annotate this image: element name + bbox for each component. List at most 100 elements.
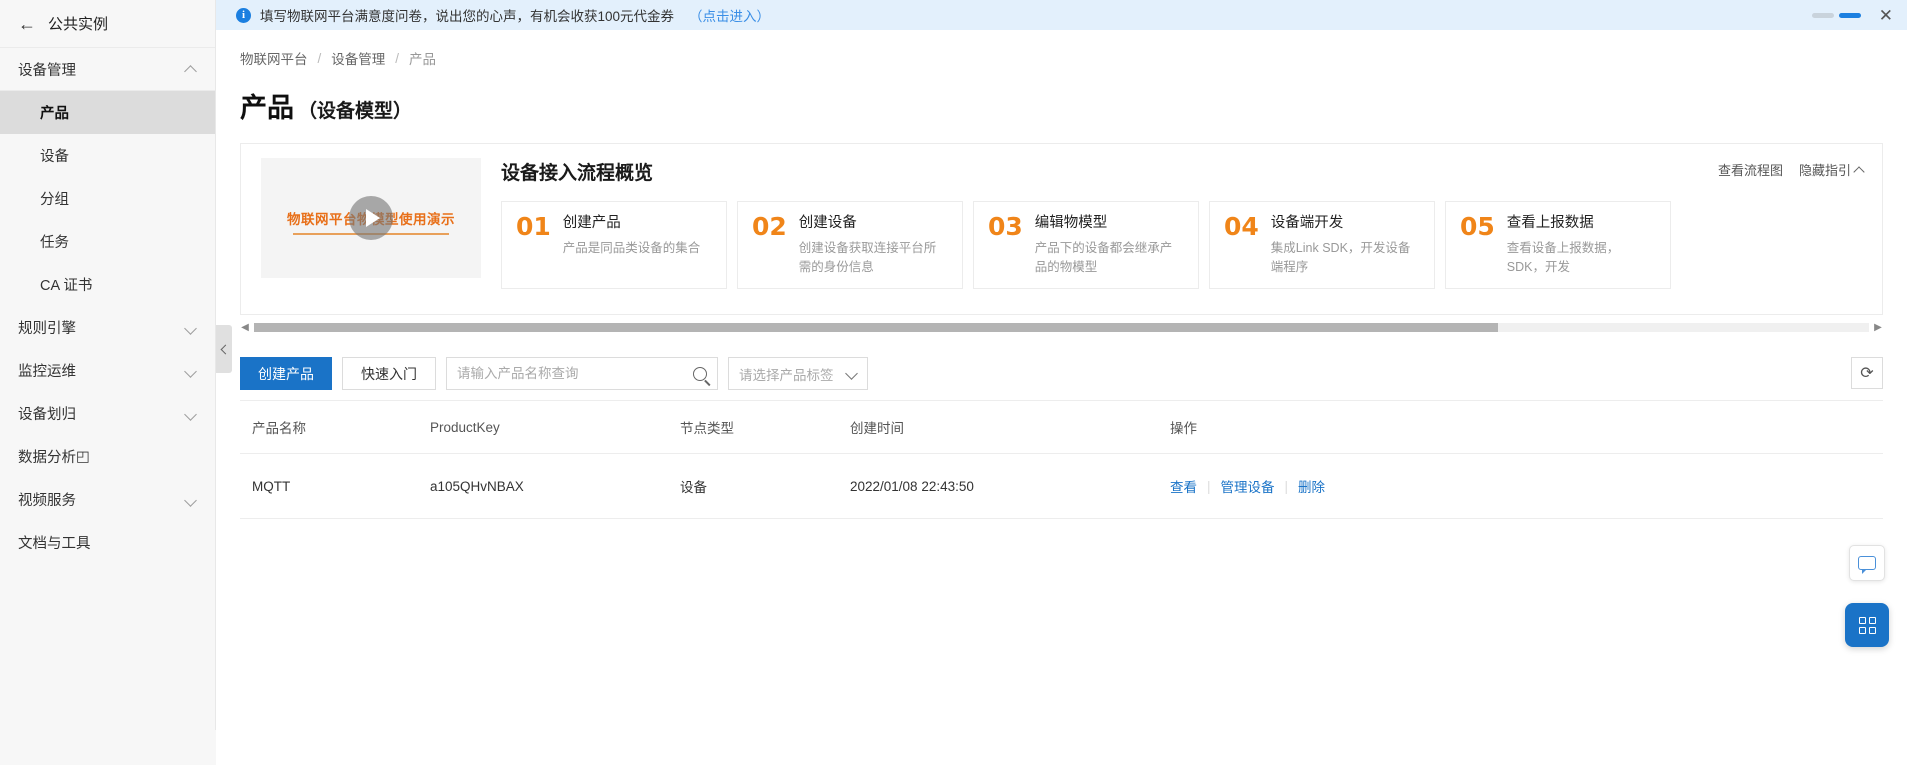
sidebar-group-label: 规则引擎 — [18, 321, 76, 337]
chevron-left-icon[interactable]: ◀ — [240, 322, 250, 333]
quick-start-button[interactable]: 快速入门 — [342, 357, 436, 390]
breadcrumb-item-device-management[interactable]: 设备管理 — [331, 48, 385, 68]
sidebar-item-tasks[interactable]: 任务 — [0, 220, 215, 263]
sidebar-item-label: 分组 — [40, 192, 69, 208]
carousel-dot-active[interactable] — [1838, 12, 1861, 18]
guide-step-05[interactable]: 05 查看上报数据 查看设备上报数据，SDK，开发 — [1445, 201, 1671, 289]
search-icon[interactable] — [693, 366, 707, 381]
banner-link[interactable]: （点击进入） — [689, 5, 770, 25]
sidebar-item-label: 文档与工具 — [18, 536, 91, 552]
column-header-node-type: 节点类型 — [680, 401, 850, 454]
step-title: 创建产品 — [562, 215, 621, 231]
back-label: 公共实例 — [48, 16, 109, 33]
chevron-down-icon — [185, 365, 197, 377]
guide-card: 物联网平台物模型使用演示 设备接入流程概览 查看流程图 隐藏指引 01 创建产品 — [240, 143, 1883, 315]
search-input[interactable] — [457, 366, 693, 381]
column-header-product-key: ProductKey — [430, 401, 680, 454]
action-view-link[interactable]: 查看 — [1170, 476, 1197, 496]
action-divider: | — [1207, 478, 1211, 494]
table-row[interactable]: MQTT a105QHvNBAX 设备 2022/01/08 22:43:50 … — [240, 453, 1883, 519]
sidebar-item-label: 设备 — [40, 149, 69, 165]
sidebar-item-docs-and-tools[interactable]: 文档与工具 — [0, 521, 215, 564]
guide-step-02[interactable]: 02 创建设备 创建设备获取连接平台所需的身份信息 — [737, 201, 963, 289]
chevron-up-icon — [185, 63, 197, 75]
page-title-sub: （设备模型） — [298, 101, 413, 122]
scrollbar-track[interactable] — [254, 322, 1869, 332]
chat-bubble-icon[interactable] — [1849, 545, 1885, 581]
step-number: 03 — [988, 212, 1023, 241]
cell-created-at: 2022/01/08 22:43:50 — [850, 453, 1170, 519]
main-content: 物联网平台 / 设备管理 / 产品 产品 （设备模型） 物联网平台物模型使用演示… — [216, 30, 1907, 765]
sidebar-item-label: 数据分析 — [18, 450, 76, 466]
step-description: 查看设备上报数据，SDK，开发 — [1506, 241, 1620, 274]
chevron-down-icon — [185, 494, 197, 506]
column-header-product-name: 产品名称 — [240, 401, 430, 454]
step-number: 04 — [1224, 212, 1259, 241]
back-to-public-instance[interactable]: ← 公共实例 — [0, 0, 215, 48]
sidebar-item-products[interactable]: 产品 — [0, 91, 215, 134]
page-title: 产品 （设备模型） — [216, 68, 1907, 125]
step-description: 集成Link SDK，开发设备端程序 — [1270, 241, 1411, 274]
banner-carousel-dots[interactable] — [1811, 12, 1861, 18]
hide-guide-link[interactable]: 隐藏指引 — [1799, 160, 1864, 179]
sidebar-group-video-service[interactable]: 视频服务 — [0, 478, 215, 521]
sidebar-group-monitoring[interactable]: 监控运维 — [0, 349, 215, 392]
action-manage-devices-link[interactable]: 管理设备 — [1221, 476, 1275, 496]
sidebar-group-device-allocation[interactable]: 设备划归 — [0, 392, 215, 435]
step-title: 创建设备 — [798, 215, 857, 231]
create-product-button[interactable]: 创建产品 — [240, 357, 332, 390]
guide-step-04[interactable]: 04 设备端开发 集成Link SDK，开发设备端程序 — [1209, 201, 1435, 289]
action-divider: | — [1284, 478, 1289, 494]
sidebar-item-ca-certificate[interactable]: CA 证书 — [0, 263, 215, 306]
chevron-down-icon — [185, 322, 197, 334]
sidebar-item-devices[interactable]: 设备 — [0, 134, 215, 177]
carousel-dot[interactable] — [1811, 12, 1834, 18]
product-search-box[interactable] — [446, 357, 718, 390]
product-tag-select[interactable]: 请选择产品标签 — [728, 357, 868, 390]
sidebar-group-rule-engine[interactable]: 规则引擎 — [0, 306, 215, 349]
refresh-icon: ⟳ — [1860, 365, 1874, 382]
step-number: 05 — [1460, 212, 1495, 241]
breadcrumb-item-products: 产品 — [409, 52, 437, 67]
guide-actions: 查看流程图 隐藏指引 — [1718, 160, 1864, 179]
guide-video-thumbnail[interactable]: 物联网平台物模型使用演示 — [261, 158, 481, 278]
step-description: 创建设备获取连接平台所需的身份信息 — [798, 241, 937, 274]
table-header-row: 产品名称 ProductKey 节点类型 创建时间 操作 — [240, 401, 1883, 454]
breadcrumb-separator: / — [395, 50, 400, 66]
scrollbar-thumb[interactable] — [254, 322, 1498, 332]
chevron-up-icon — [1855, 165, 1864, 174]
sidebar-group-label: 视频服务 — [18, 493, 76, 509]
table-header: 产品名称 ProductKey 节点类型 创建时间 操作 — [240, 401, 1883, 454]
sidebar-group-device-management[interactable]: 设备管理 — [0, 48, 215, 91]
product-tag-select-value: 请选择产品标签 — [739, 367, 834, 383]
products-table: 产品名称 ProductKey 节点类型 创建时间 操作 MQTT a105QH… — [240, 401, 1883, 519]
guide-step-01[interactable]: 01 创建产品 产品是同品类设备的集合 — [501, 201, 727, 289]
refresh-button[interactable]: ⟳ — [1851, 357, 1883, 389]
sidebar-item-data-analysis[interactable]: 数据分析 ◰ — [0, 435, 215, 478]
step-title: 设备端开发 — [1270, 215, 1344, 231]
cell-product-name: MQTT — [240, 453, 430, 519]
chevron-right-icon[interactable]: ▶ — [1873, 322, 1883, 333]
info-circle-icon: i — [236, 7, 251, 23]
guide-horizontal-scrollbar[interactable]: ◀ ▶ — [240, 321, 1883, 333]
page-title-main: 产品 — [240, 93, 294, 123]
view-flowchart-link[interactable]: 查看流程图 — [1718, 160, 1783, 179]
banner-text: 填写物联网平台满意度问卷，说出您的心声，有机会收获100元代金券 — [260, 9, 675, 24]
table-body: MQTT a105QHvNBAX 设备 2022/01/08 22:43:50 … — [240, 453, 1883, 519]
sidebar-item-label: CA 证书 — [40, 278, 93, 294]
guide-step-03[interactable]: 03 编辑物模型 产品下的设备都会继承产品的物模型 — [973, 201, 1199, 289]
sidebar-group-label: 设备管理 — [18, 62, 76, 79]
grid-apps-shape — [1858, 616, 1876, 634]
grid-apps-icon[interactable] — [1845, 603, 1889, 647]
sidebar-group-label: 设备划归 — [18, 407, 76, 423]
table-toolbar: 创建产品 快速入门 请选择产品标签 ⟳ — [240, 347, 1883, 401]
cell-product-key: a105QHvNBAX — [430, 453, 680, 519]
breadcrumb-item-iot-platform[interactable]: 物联网平台 — [240, 48, 308, 68]
close-icon[interactable]: ✕ — [1879, 7, 1893, 24]
sidebar-collapse-handle[interactable] — [216, 325, 232, 373]
play-icon[interactable] — [349, 196, 393, 240]
sidebar-bottom-filler — [0, 730, 216, 765]
sidebar-item-groups[interactable]: 分组 — [0, 177, 215, 220]
action-delete-link[interactable]: 删除 — [1298, 476, 1325, 496]
sidebar-item-label: 产品 — [40, 106, 69, 122]
